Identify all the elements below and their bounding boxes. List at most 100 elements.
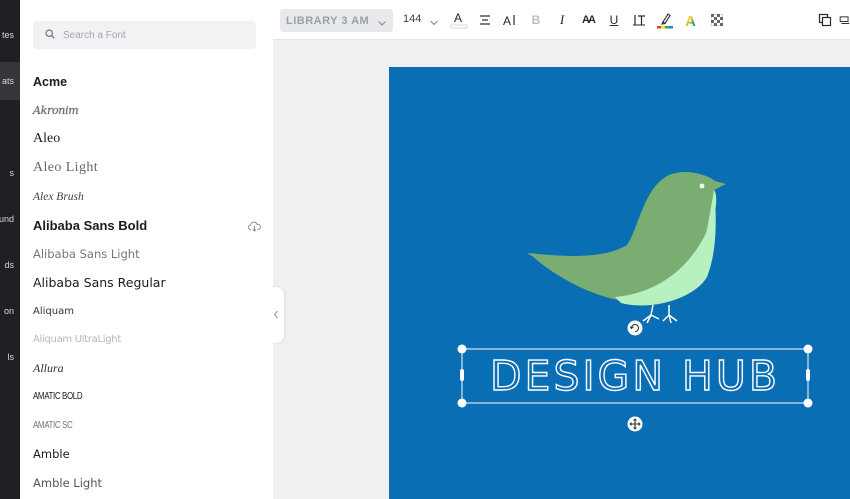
font-name: Alibaba Sans Light xyxy=(33,246,140,261)
font-name: Acme xyxy=(33,75,68,90)
resize-handle-left[interactable] xyxy=(460,369,464,381)
letter-case-button[interactable]: AA xyxy=(578,10,598,30)
font-name: Amble Light xyxy=(33,475,102,490)
align-button[interactable] xyxy=(475,10,495,30)
rail-item-tools[interactable]: ls xyxy=(0,346,20,368)
font-item-aleo-light[interactable]: Aleo Light xyxy=(33,154,263,183)
font-name: Amatic Bold xyxy=(33,391,83,403)
text-effects-icon: A xyxy=(685,13,696,28)
italic-icon: I xyxy=(559,12,565,27)
font-item-acme[interactable]: Acme xyxy=(33,68,263,97)
font-item-alex-brush[interactable]: Alex Brush xyxy=(33,182,263,211)
bird-illustration[interactable] xyxy=(527,171,726,324)
underline-icon: U xyxy=(609,13,619,27)
font-name: Aliquam xyxy=(33,305,74,317)
rail-item-label: ds xyxy=(4,260,14,270)
cloud-download-icon[interactable] xyxy=(247,219,261,237)
underline-button[interactable]: U xyxy=(604,10,624,30)
svg-text:A: A xyxy=(503,14,511,27)
resize-handle-bottom-left[interactable] xyxy=(457,398,467,408)
font-family-value: LIBRARY 3 AM xyxy=(286,14,370,27)
line-spacing-icon xyxy=(633,15,645,26)
font-name: Amble xyxy=(33,447,70,462)
chevron-down-icon[interactable] xyxy=(429,15,439,33)
search-icon xyxy=(45,26,55,44)
font-item-allura[interactable]: Allura xyxy=(33,354,263,383)
transparency-icon xyxy=(711,14,723,26)
font-search-input[interactable] xyxy=(63,29,233,41)
resize-handle-top-left[interactable] xyxy=(457,344,467,354)
bold-icon: B xyxy=(531,13,541,27)
font-panel: Acme Akronim Aleo Aleo Light Alex Brush … xyxy=(20,0,273,499)
rail-item-background[interactable]: und xyxy=(0,208,20,230)
duplicate-icon xyxy=(818,13,832,27)
highlighter-icon xyxy=(657,13,673,29)
move-handle[interactable] xyxy=(627,416,643,432)
bold-button[interactable]: B xyxy=(526,10,546,30)
chevron-left-icon xyxy=(273,306,279,324)
font-name: Amatic SC xyxy=(33,419,73,431)
text-effects-button[interactable]: A xyxy=(681,10,701,30)
rail-item-label: tes xyxy=(1,30,14,40)
font-search-box[interactable] xyxy=(33,21,256,49)
rail-item-templates[interactable]: tes xyxy=(0,24,20,46)
text-size-icon: A xyxy=(503,14,515,27)
side-rail: tes ats s und ds on ls xyxy=(0,0,20,499)
font-name: Alibaba Sans Regular xyxy=(33,274,166,290)
italic-button[interactable]: I xyxy=(552,10,572,30)
transparency-button[interactable] xyxy=(707,10,727,30)
letter-case-icon: AA xyxy=(582,14,596,26)
font-item-aliquam-ultralight[interactable]: Aliquam UltraLight xyxy=(33,325,263,354)
font-item-amble[interactable]: Amble xyxy=(33,440,263,469)
font-name: Aleo xyxy=(33,131,61,147)
rail-item-elements[interactable]: s xyxy=(0,162,20,184)
font-name: Akronim xyxy=(33,104,79,118)
rail-item-label: on xyxy=(3,306,14,316)
rail-item-label: und xyxy=(0,214,14,224)
align-center-icon xyxy=(480,15,490,25)
resize-handle-right[interactable] xyxy=(806,369,810,381)
duplicate-button[interactable] xyxy=(815,10,835,30)
font-item-aliquam[interactable]: Aliquam xyxy=(33,297,263,326)
more-options-button[interactable] xyxy=(839,10,850,30)
collapse-panel-button[interactable] xyxy=(268,287,284,343)
resize-handle-bottom-right[interactable] xyxy=(803,398,813,408)
text-toolbar: LIBRARY 3 AM 144 A A B I AA U A xyxy=(273,0,850,40)
rail-item-uploads[interactable]: ds xyxy=(0,254,20,276)
headline-text[interactable]: DESIGN HUB xyxy=(489,351,780,400)
rail-item-label: ls xyxy=(7,352,15,362)
font-item-alibaba-sans-regular[interactable]: Alibaba Sans Regular xyxy=(33,268,263,297)
editor-app: tes ats s und ds on ls Acme Akronim Aleo xyxy=(0,0,850,499)
rail-item-label: ats xyxy=(1,76,14,86)
rail-item-label: s xyxy=(9,168,15,178)
font-item-aleo[interactable]: Aleo xyxy=(33,125,263,154)
font-item-akronim[interactable]: Akronim xyxy=(33,97,263,126)
canvas-artwork: DESIGN HUB xyxy=(457,171,813,432)
font-family-dropdown[interactable]: LIBRARY 3 AM xyxy=(280,9,393,32)
font-item-amatic-sc[interactable]: Amatic SC xyxy=(33,411,263,440)
text-size-button[interactable]: A xyxy=(500,10,520,30)
font-name: Aleo Light xyxy=(33,160,99,176)
font-name: Alex Brush xyxy=(33,190,84,203)
font-item-amatic-bold[interactable]: Amatic Bold xyxy=(33,383,263,412)
rotate-handle[interactable] xyxy=(627,320,643,336)
text-color-icon: A xyxy=(450,11,468,29)
svg-text:A: A xyxy=(685,13,696,28)
chevron-down-icon xyxy=(377,15,387,33)
highlight-button[interactable] xyxy=(655,10,675,30)
font-list[interactable]: Acme Akronim Aleo Aleo Light Alex Brush … xyxy=(33,68,263,497)
resize-handle-top-right[interactable] xyxy=(803,344,813,354)
font-item-alibaba-sans-bold[interactable]: Alibaba Sans Bold xyxy=(33,211,263,240)
text-color-button[interactable]: A xyxy=(449,10,469,30)
rail-item-text[interactable]: ats xyxy=(0,62,20,100)
font-name: Alibaba Sans Bold xyxy=(33,217,148,233)
font-name: Allura xyxy=(33,360,64,375)
font-item-alibaba-sans-light[interactable]: Alibaba Sans Light xyxy=(33,240,263,269)
design-canvas[interactable]: DESIGN HUB xyxy=(389,67,850,499)
font-size-value[interactable]: 144 xyxy=(403,13,421,25)
font-name: Aliquam UltraLight xyxy=(33,334,121,346)
font-item-amble-light[interactable]: Amble Light xyxy=(33,468,263,497)
svg-text:A: A xyxy=(454,11,462,25)
rail-item-illustration[interactable]: on xyxy=(0,300,20,322)
line-spacing-button[interactable] xyxy=(629,10,649,30)
